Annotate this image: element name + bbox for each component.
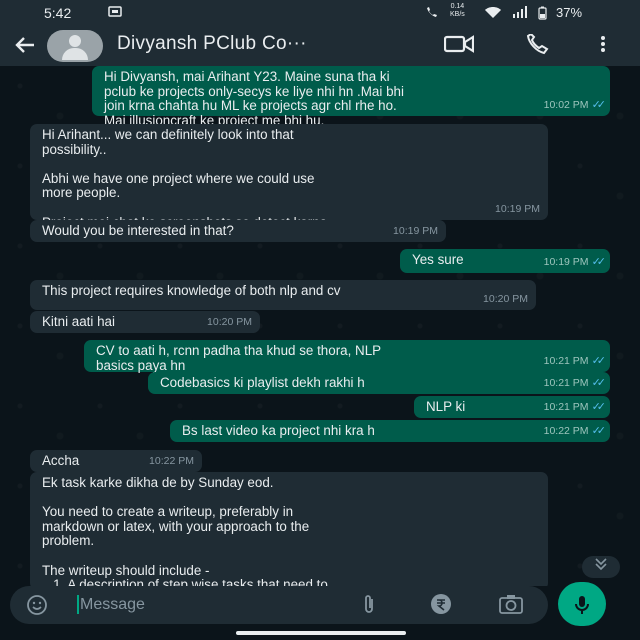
wifi-icon: [484, 6, 502, 22]
message-text: Hi Divyansh, mai Arihant Y23. Maine suna…: [104, 69, 404, 128]
scroll-down-icon[interactable]: [582, 556, 620, 578]
message-time: 10:19 PM: [495, 203, 540, 216]
avatar-icon: [69, 35, 81, 47]
message-time: 10:21 PM ✓✓: [543, 355, 607, 368]
emoji-icon[interactable]: [26, 594, 48, 621]
signal-icon: [512, 6, 528, 21]
video-call-icon[interactable]: [443, 34, 475, 59]
back-arrow-icon[interactable]: [12, 32, 38, 65]
net-speed-value: 0.14: [450, 3, 465, 10]
message-time: 10:19 PM: [393, 225, 438, 238]
message-composer: [10, 586, 548, 624]
phone-call-icon[interactable]: [524, 32, 550, 61]
message-bubble[interactable]: This project requires knowledge of both …: [30, 280, 536, 310]
message-time: 10:20 PM: [483, 293, 528, 306]
message-bubble[interactable]: NLP ki 10:21 PM ✓✓: [414, 396, 610, 418]
read-ticks-icon: ✓✓: [591, 377, 607, 390]
avatar[interactable]: [47, 30, 103, 62]
gesture-navbar: [0, 626, 640, 640]
read-ticks-icon: ✓✓: [591, 425, 607, 438]
attach-icon[interactable]: [360, 593, 378, 620]
rupee-payment-icon[interactable]: [430, 593, 452, 620]
net-speed: 0.14 KB/s: [450, 3, 465, 19]
message-bubble[interactable]: Yes sure 10:19 PM ✓✓: [400, 249, 610, 273]
message-time: 10:19 PM ✓✓: [543, 256, 607, 269]
message-input[interactable]: [80, 592, 330, 618]
message-bubble[interactable]: Codebasics ki playlist dekh rakhi h 10:2…: [148, 372, 610, 394]
message-bubble[interactable]: Bs last video ka project nhi kra h 10:22…: [170, 420, 610, 442]
status-time: 5:42: [44, 5, 72, 21]
message-text: Would you be interested in that?: [42, 223, 234, 238]
more-options-icon[interactable]: [600, 34, 606, 59]
read-ticks-icon: ✓✓: [591, 355, 607, 368]
screenshot-icon: [108, 6, 122, 20]
message-time: 10:21 PM ✓✓: [543, 377, 607, 390]
chat-header: Divyansh PClub Co···: [0, 26, 640, 66]
message-text: This project requires knowledge of both …: [42, 283, 341, 298]
message-bubble[interactable]: Accha 10:22 PM: [30, 450, 202, 472]
message-bubble[interactable]: Would you be interested in that? 10:19 P…: [30, 220, 446, 242]
message-time: 10:20 PM: [207, 316, 252, 329]
wifi-call-icon: [424, 6, 440, 23]
message-bubble[interactable]: CV to aati h, rcnn padha tha khud se tho…: [84, 340, 610, 372]
status-bar: 5:42 0.14 KB/s 37%: [0, 0, 640, 26]
read-ticks-icon: ✓✓: [591, 256, 607, 269]
message-bubble[interactable]: Hi Arihant... we can definitely look int…: [30, 124, 548, 244]
message-text: CV to aati h, rcnn padha tha khud se tho…: [96, 343, 382, 373]
battery-percent: 37%: [556, 5, 583, 20]
read-ticks-icon: ✓✓: [591, 401, 607, 414]
message-time: 10:22 PM: [149, 455, 194, 468]
message-time: 10:22 PM ✓✓: [543, 425, 607, 438]
mic-icon[interactable]: [558, 582, 606, 626]
home-indicator[interactable]: [236, 631, 406, 635]
message-time: 10:21 PM ✓✓: [543, 401, 607, 414]
message-text: Ek task karke dikha de by Sunday eod. Yo…: [42, 475, 328, 586]
chat-area[interactable]: Hi Divyansh, mai Arihant Y23. Maine suna…: [0, 66, 640, 586]
read-ticks-icon: ✓✓: [591, 99, 607, 112]
message-bubble[interactable]: Ek task karke dikha de by Sunday eod. Yo…: [30, 472, 548, 586]
camera-icon[interactable]: [498, 593, 524, 620]
message-bubble[interactable]: Hi Divyansh, mai Arihant Y23. Maine suna…: [92, 66, 610, 128]
message-text: Codebasics ki playlist dekh rakhi h: [160, 375, 365, 390]
message-bubble[interactable]: Kitni aati hai 10:20 PM: [30, 311, 260, 333]
message-text: Bs last video ka project nhi kra h: [182, 423, 375, 438]
chat-title[interactable]: Divyansh PClub Co···: [117, 33, 307, 55]
message-time: 10:02 PM ✓✓: [543, 99, 607, 112]
battery-icon: [538, 6, 547, 23]
net-speed-unit: KB/s: [450, 11, 465, 18]
